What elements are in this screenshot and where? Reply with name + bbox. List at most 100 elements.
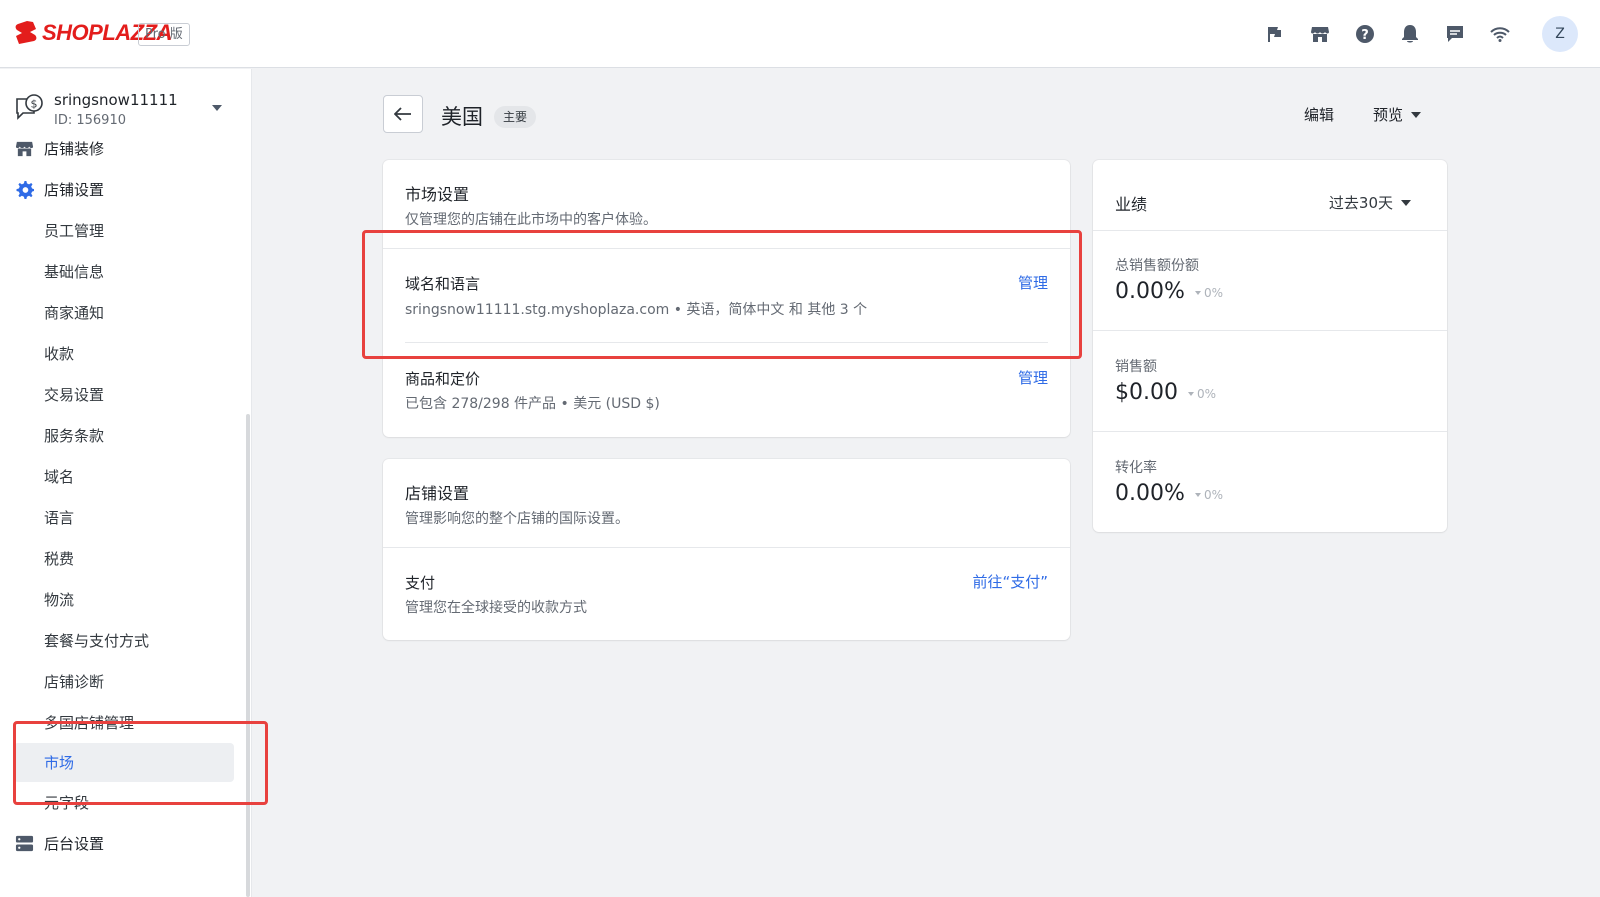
sidebar-item-store-design[interactable]: 店铺装修 bbox=[0, 128, 252, 169]
sidebar-item-label: 元字段 bbox=[44, 794, 90, 812]
products-pricing-desc: 已包含 278/298 件产品 • 美元 (USD $) bbox=[405, 396, 660, 412]
sidebar-item-label: 多国店铺管理 bbox=[44, 714, 135, 732]
sidebar-item-label: 店铺装修 bbox=[44, 140, 105, 158]
performance-title: 业绩 bbox=[1115, 195, 1148, 214]
bell-icon[interactable] bbox=[1399, 23, 1421, 45]
sidebar-item-languages[interactable]: 语言 bbox=[0, 497, 252, 538]
primary-badge: 主要 bbox=[494, 106, 537, 128]
metric-delta: 0% bbox=[1195, 286, 1223, 300]
preview-label: 预览 bbox=[1373, 106, 1404, 124]
metric-delta-value: 0% bbox=[1204, 488, 1224, 502]
manage-domain-language-link[interactable]: 管理 bbox=[1018, 272, 1048, 293]
sidebar-item-multi-store[interactable]: 多国店铺管理 bbox=[0, 702, 252, 743]
divider bbox=[383, 547, 1070, 548]
sidebar-item-taxes[interactable]: 税费 bbox=[0, 538, 252, 579]
storefront-icon bbox=[15, 141, 34, 157]
go-to-payment-link[interactable]: 前往“支付” bbox=[972, 571, 1048, 592]
chevron-down-icon bbox=[1411, 111, 1422, 118]
sidebar: $ sringsnow11111 ID: 156910 店铺装修 店铺设置 员工… bbox=[0, 69, 252, 897]
sidebar-item-admin-settings[interactable]: 后台设置 bbox=[0, 823, 252, 864]
sidebar-nav: 店铺装修 店铺设置 员工管理 基础信息 商家通知 收款 交易设置 服务条款 域名… bbox=[0, 128, 252, 864]
sidebar-item-label: 员工管理 bbox=[44, 222, 105, 240]
store-dollar-icon: $ bbox=[16, 94, 43, 120]
sidebar-item-label: 店铺诊断 bbox=[44, 673, 105, 691]
sidebar-item-domains[interactable]: 域名 bbox=[0, 456, 252, 497]
payment-title: 支付 bbox=[405, 574, 436, 592]
store-name: sringsnow11111 bbox=[54, 91, 178, 109]
sidebar-item-label: 商家通知 bbox=[44, 304, 105, 322]
sidebar-item-label: 店铺设置 bbox=[44, 181, 105, 199]
card-description: 仅管理您的店铺在此市场中的客户体验。 bbox=[405, 212, 657, 228]
sidebar-item-label: 税费 bbox=[44, 550, 75, 568]
gear-icon bbox=[16, 180, 34, 199]
store-id: ID: 156910 bbox=[54, 113, 126, 128]
sidebar-item-label: 交易设置 bbox=[44, 386, 105, 404]
edit-button[interactable]: 编辑 bbox=[1304, 104, 1334, 125]
server-icon bbox=[15, 835, 34, 852]
arrow-left-icon bbox=[394, 107, 411, 121]
flag-icon[interactable] bbox=[1264, 23, 1286, 45]
svg-text:$: $ bbox=[31, 98, 38, 111]
top-bar: SHOPLAZZA Pro 版 ? Z bbox=[0, 0, 1600, 68]
sidebar-item-notifications[interactable]: 商家通知 bbox=[0, 292, 252, 333]
date-range-label: 过去30天 bbox=[1328, 194, 1393, 212]
sidebar-item-plan-billing[interactable]: 套餐与支付方式 bbox=[0, 620, 252, 661]
help-icon[interactable]: ? bbox=[1354, 23, 1376, 45]
sidebar-item-metafields[interactable]: 元字段 bbox=[0, 782, 252, 823]
header-actions: ? Z bbox=[1241, 16, 1578, 52]
products-pricing-title: 商品和定价 bbox=[405, 370, 481, 388]
sidebar-scrollbar[interactable] bbox=[246, 414, 250, 897]
divider bbox=[1093, 431, 1447, 432]
sidebar-item-label: 物流 bbox=[44, 591, 75, 609]
metric-label: 销售额 bbox=[1115, 359, 1157, 375]
storefront-icon[interactable] bbox=[1309, 23, 1331, 45]
sidebar-item-store-settings[interactable]: 店铺设置 bbox=[0, 169, 252, 210]
wifi-icon[interactable] bbox=[1489, 23, 1511, 45]
sidebar-item-diagnostics[interactable]: 店铺诊断 bbox=[0, 661, 252, 702]
manage-products-pricing-link[interactable]: 管理 bbox=[1018, 367, 1048, 388]
metric-delta-value: 0% bbox=[1204, 286, 1224, 300]
card-description: 管理影响您的整个店铺的国际设置。 bbox=[405, 511, 629, 527]
sidebar-item-label: 服务条款 bbox=[44, 427, 105, 445]
metric-value: $0.00 bbox=[1115, 380, 1178, 405]
sidebar-item-checkout[interactable]: 交易设置 bbox=[0, 374, 252, 415]
performance-card: 业绩 过去30天 总销售额份额 0.00% 0% 销售额 $0.00 0% 转化… bbox=[1093, 160, 1447, 532]
divider bbox=[383, 248, 1070, 249]
avatar[interactable]: Z bbox=[1542, 16, 1578, 52]
page-title: 美国 bbox=[441, 105, 483, 129]
sidebar-item-label: 语言 bbox=[44, 509, 75, 527]
sidebar-item-label: 收款 bbox=[44, 345, 75, 363]
preview-dropdown[interactable]: 预览 bbox=[1373, 104, 1422, 125]
sidebar-item-markets[interactable]: 市场 bbox=[14, 743, 234, 782]
chevron-down-icon bbox=[212, 105, 222, 111]
payment-desc: 管理您在全球接受的收款方式 bbox=[405, 600, 587, 616]
sidebar-item-label: 基础信息 bbox=[44, 263, 105, 281]
back-button[interactable] bbox=[383, 95, 423, 133]
domain-language-title: 域名和语言 bbox=[405, 275, 481, 293]
domain-language-desc: sringsnow11111.stg.myshoplaza.com • 英语，简… bbox=[405, 302, 868, 318]
metric-value: 0.00% bbox=[1115, 481, 1185, 506]
divider bbox=[405, 342, 1048, 343]
metric-value: 0.00% bbox=[1115, 279, 1185, 304]
card-title: 市场设置 bbox=[405, 185, 470, 204]
metric-delta: 0% bbox=[1195, 488, 1223, 502]
divider bbox=[1093, 230, 1447, 231]
market-settings-card: 市场设置 仅管理您的店铺在此市场中的客户体验。 域名和语言 管理 sringsn… bbox=[383, 160, 1070, 437]
sidebar-item-staff[interactable]: 员工管理 bbox=[0, 210, 252, 251]
sidebar-item-basic-info[interactable]: 基础信息 bbox=[0, 251, 252, 292]
store-settings-card: 店铺设置 管理影响您的整个店铺的国际设置。 支付 前往“支付” 管理您在全球接受… bbox=[383, 459, 1070, 640]
sidebar-item-label: 市场 bbox=[44, 754, 75, 772]
sidebar-item-label: 套餐与支付方式 bbox=[44, 632, 150, 650]
logo-mark-icon bbox=[15, 21, 37, 44]
divider bbox=[1093, 330, 1447, 331]
metric-delta: 0% bbox=[1188, 387, 1216, 401]
sidebar-item-label: 后台设置 bbox=[44, 835, 105, 853]
date-range-dropdown[interactable]: 过去30天 bbox=[1329, 192, 1411, 213]
sidebar-item-payments[interactable]: 收款 bbox=[0, 333, 252, 374]
chat-icon[interactable] bbox=[1444, 23, 1466, 45]
sidebar-item-shipping[interactable]: 物流 bbox=[0, 579, 252, 620]
metric-delta-value: 0% bbox=[1197, 387, 1217, 401]
chevron-down-icon bbox=[1401, 199, 1411, 206]
plan-badge: Pro 版 bbox=[138, 23, 190, 46]
sidebar-item-terms[interactable]: 服务条款 bbox=[0, 415, 252, 456]
